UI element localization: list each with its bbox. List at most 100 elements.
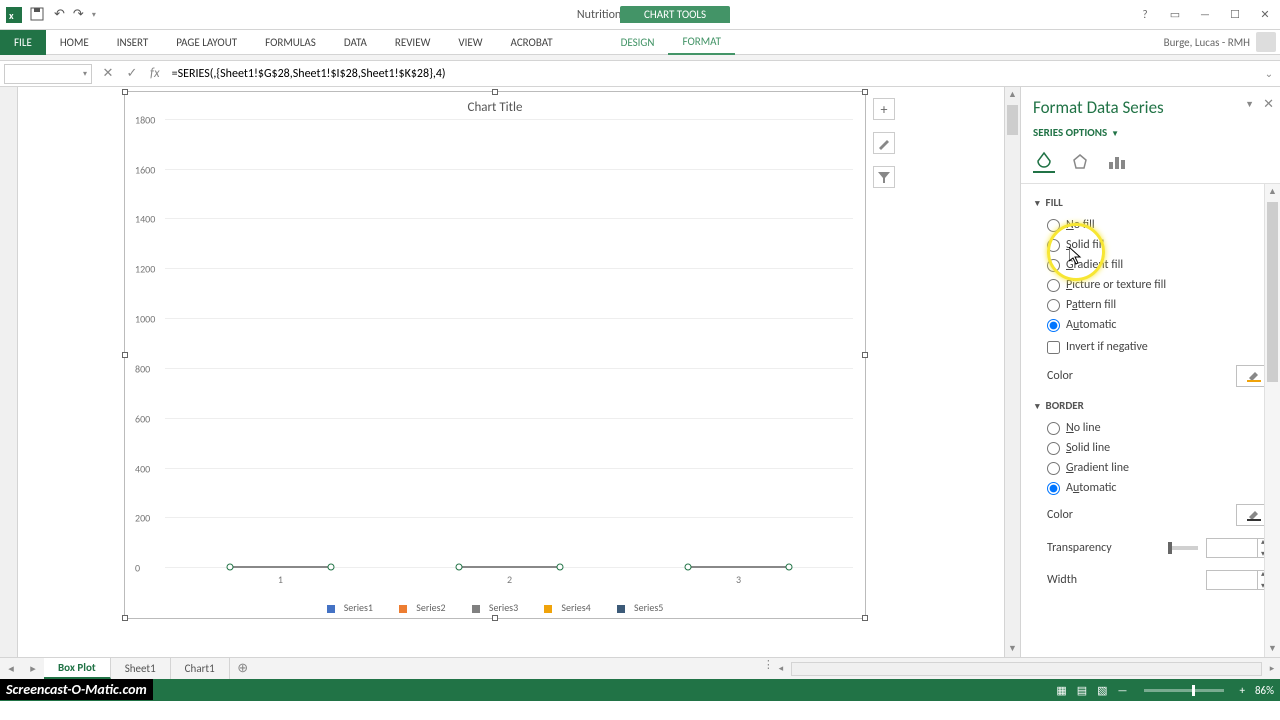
tab-view[interactable]: VIEW [444, 30, 496, 55]
sheet-tab-box-plot[interactable]: Box Plot [44, 658, 111, 679]
sheet-tab-bar: ◂ ▸ Box Plot Sheet1 Chart1 ⊕ ⋮ ◂ ▸ [0, 657, 1280, 679]
chart-filter-button[interactable] [873, 166, 895, 188]
name-box[interactable]: ▾ [4, 64, 92, 84]
view-normal-icon[interactable]: ▦ [1056, 684, 1066, 697]
help-icon[interactable]: ? [1130, 4, 1160, 26]
excel-icon: x [6, 7, 22, 23]
ribbon-tabs: FILE HOME INSERT PAGE LAYOUT FORMULAS DA… [0, 30, 1280, 55]
legend[interactable]: Series1 Series2 Series3 Series4 Series5 [125, 601, 865, 614]
qat-dropdown-icon[interactable]: ▾ [92, 10, 96, 20]
effects-tab-icon[interactable] [1069, 151, 1091, 173]
pane-close-icon[interactable]: ✕ [1263, 97, 1274, 112]
legend-item: Series5 [634, 601, 663, 614]
ytick: 400 [135, 462, 150, 475]
radio-no-fill[interactable]: No fill [1035, 215, 1272, 235]
tab-insert[interactable]: INSERT [103, 30, 163, 55]
zoom-slider[interactable] [1144, 689, 1224, 692]
width-row: Width [1035, 564, 1272, 596]
chart-elements-button[interactable]: + [873, 98, 895, 120]
chart-pane: Chart Title 0 200 400 600 800 1000 1200 … [18, 87, 1004, 657]
seg-series4[interactable] [691, 566, 786, 568]
radio-automatic-fill[interactable]: Automatic [1035, 315, 1272, 335]
zoom-level[interactable]: 86% [1255, 684, 1274, 697]
hscroll-left-icon[interactable]: ◂ [773, 663, 789, 674]
sheet-tab-sheet1[interactable]: Sheet1 [111, 658, 171, 679]
maximize-icon[interactable]: ☐ [1220, 4, 1250, 26]
series-options-tab-icon[interactable] [1105, 151, 1127, 173]
view-page-break-icon[interactable]: ▧ [1097, 684, 1107, 697]
zoom-out-icon[interactable]: — [1118, 684, 1128, 697]
ytick: 600 [135, 412, 150, 425]
tab-acrobat[interactable]: ACROBAT [497, 30, 567, 55]
radio-pattern-fill[interactable]: Pattern fill [1035, 295, 1272, 315]
titlebar: x ↶ ↷ ▾ Nutrition Facts.xlsx - Excel CHA… [0, 0, 1280, 30]
plot-area[interactable]: 0 200 400 600 800 1000 1200 1400 1600 18… [165, 120, 853, 568]
row-gutter [0, 87, 18, 657]
tab-page-layout[interactable]: PAGE LAYOUT [162, 30, 251, 55]
sheet-nav-next-icon[interactable]: ▸ [22, 658, 44, 679]
tab-formulas[interactable]: FORMULAS [251, 30, 330, 55]
sheet-tab-chart1[interactable]: Chart1 [171, 658, 230, 679]
xtick: 1 [233, 573, 328, 586]
ytick: 1800 [135, 114, 155, 127]
border-section-header[interactable]: BORDER [1035, 393, 1272, 418]
avatar[interactable] [1256, 32, 1276, 52]
pane-options-icon[interactable]: ▼ [1245, 99, 1254, 110]
transparency-spinner[interactable] [1206, 538, 1272, 558]
tab-review[interactable]: REVIEW [381, 30, 445, 55]
transparency-row: Transparency [1035, 532, 1272, 564]
save-icon[interactable] [30, 7, 46, 23]
xtick: 2 [462, 573, 557, 586]
width-label: Width [1047, 573, 1077, 587]
view-page-layout-icon[interactable]: ▤ [1077, 684, 1087, 697]
tab-design[interactable]: DESIGN [607, 30, 669, 55]
sheet-nav-prev-icon[interactable]: ◂ [0, 658, 22, 679]
ribbon-display-icon[interactable]: ▭ [1160, 4, 1190, 26]
cancel-formula-icon[interactable]: ✕ [96, 66, 120, 81]
vertical-scrollbar[interactable]: ▲ ▼ [1004, 87, 1020, 657]
formula-input[interactable]: =SERIES(,{Sheet1!$G$28,Sheet1!$I$28,Shee… [166, 67, 1258, 81]
radio-automatic-line[interactable]: Automatic [1035, 478, 1272, 498]
transparency-label: Transparency [1047, 541, 1112, 555]
radio-solid-fill[interactable]: Solid fill [1035, 235, 1272, 255]
redo-icon[interactable]: ↷ [73, 7, 84, 22]
radio-picture-fill[interactable]: Picture or texture fill [1035, 275, 1272, 295]
minimize-icon[interactable]: — [1190, 4, 1220, 26]
pane-scrollbar[interactable]: ▲▼ [1264, 184, 1280, 657]
fill-section-header[interactable]: FILL [1035, 190, 1272, 215]
fill-color-row: Color ▾ [1035, 359, 1272, 393]
transparency-slider[interactable] [1168, 546, 1198, 550]
radio-no-line[interactable]: No line [1035, 418, 1272, 438]
watermark: Screencast-O-Matic.com [0, 679, 153, 700]
fx-icon[interactable]: fx [144, 66, 166, 81]
seg-series4[interactable] [233, 566, 328, 568]
tab-home[interactable]: HOME [46, 30, 103, 55]
file-tab[interactable]: FILE [0, 30, 46, 55]
new-sheet-button[interactable]: ⊕ [230, 658, 256, 679]
legend-item: Series1 [344, 601, 373, 614]
radio-gradient-fill[interactable]: Gradient fill [1035, 255, 1272, 275]
undo-icon[interactable]: ↶ [54, 7, 65, 22]
chart-object[interactable]: Chart Title 0 200 400 600 800 1000 1200 … [124, 91, 866, 619]
color-label: Color [1047, 369, 1073, 383]
user-name[interactable]: Burge, Lucas - RMH [1164, 36, 1250, 49]
tab-split-handle[interactable]: ⋮ [763, 658, 773, 679]
zoom-in-icon[interactable]: + [1240, 684, 1245, 697]
close-icon[interactable]: ✕ [1250, 4, 1280, 26]
enter-formula-icon[interactable]: ✓ [120, 66, 144, 81]
seg-series4[interactable] [462, 566, 557, 568]
tab-data[interactable]: DATA [330, 30, 381, 55]
expand-formula-icon[interactable]: ⌄ [1258, 67, 1280, 80]
width-spinner[interactable] [1206, 570, 1272, 590]
fill-line-tab-icon[interactable] [1033, 151, 1055, 173]
ytick: 1600 [135, 163, 155, 176]
horizontal-scrollbar[interactable] [791, 662, 1262, 676]
radio-gradient-line[interactable]: Gradient line [1035, 458, 1272, 478]
check-invert-negative[interactable]: Invert if negative [1035, 335, 1272, 359]
hscroll-right-icon[interactable]: ▸ [1264, 663, 1280, 674]
tab-format[interactable]: FORMAT [668, 30, 734, 55]
series-options-dropdown[interactable]: SERIES OPTIONS▼ [1021, 122, 1280, 147]
chart-styles-button[interactable] [873, 132, 895, 154]
radio-solid-line[interactable]: Solid line [1035, 438, 1272, 458]
chart-tools-label: CHART TOOLS [620, 6, 730, 23]
